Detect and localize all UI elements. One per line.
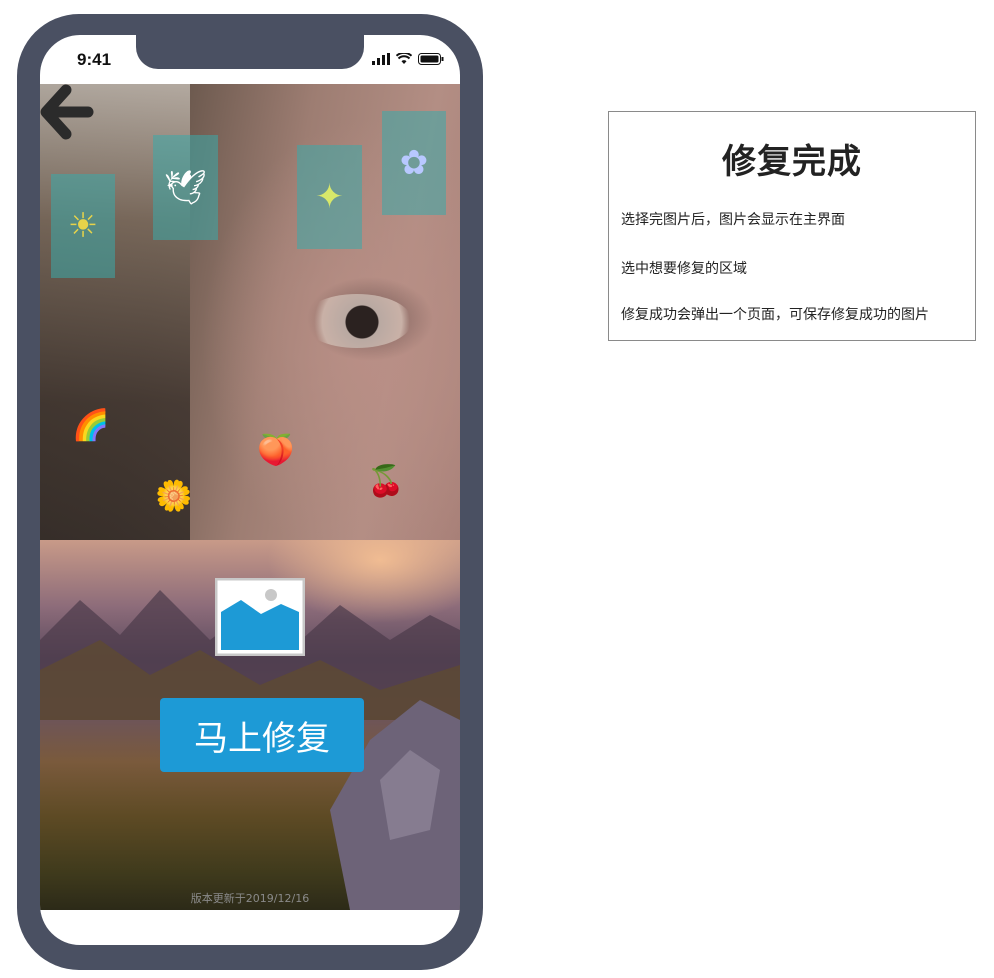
phone-notch [136,35,364,69]
landscape-background: 马上修复 [40,540,460,910]
rainbow-icon[interactable]: 🌈 [72,411,109,441]
sun-sticker[interactable]: ☀ [51,174,115,278]
dove-icon: 🕊 [163,167,208,208]
info-line-3: 修复成功会弹出一个页面，可保存修复成功的图片 [621,307,929,323]
status-time: 9:41 [77,50,112,69]
battery-icon [418,53,444,65]
info-line-2: 选中想要修复的区域 [621,261,747,277]
phone-screen: 9:41 ☀ 🕊 ✦ ✿ 🌈 🍑 🍒 🌼 马上修复 版本更新于2019/12/1… [40,35,460,945]
back-arrow-icon[interactable] [40,84,94,140]
info-line-1: 选择完图片后，图片会显示在主界面 [621,212,845,228]
cherry-icon[interactable]: 🍒 [367,467,404,497]
fix-now-button[interactable]: 马上修复 [160,698,364,772]
status-icons [372,53,444,65]
dove-sticker[interactable]: 🕊 [153,135,218,240]
wifi-icon [396,53,412,64]
info-title: 修复完成 [722,142,862,182]
photo-eye-region [302,294,412,348]
flower-icon: ✿ [399,143,429,183]
sparkle-icon: ✦ [315,177,344,217]
info-panel: 修复完成 选择完图片后，图片会显示在主界面 选中想要修复的区域 修复成功会弹出一… [608,111,976,341]
signal-icon [372,53,390,65]
sunflower-icon[interactable]: 🌼 [155,482,192,512]
phone-frame: 9:41 ☀ 🕊 ✦ ✿ 🌈 🍑 🍒 🌼 马上修复 版本更新于2019/12/1… [17,14,483,970]
sun-icon: ☀ [67,206,99,246]
image-placeholder-icon[interactable] [215,578,305,656]
flower-sticker[interactable]: ✿ [382,111,446,215]
sparkle-sticker[interactable]: ✦ [297,145,362,249]
peach-icon[interactable]: 🍑 [257,436,294,466]
edited-photo[interactable]: ☀ 🕊 ✦ ✿ 🌈 🍑 🍒 🌼 [40,84,460,540]
version-text: 版本更新于2019/12/16 [190,892,310,905]
